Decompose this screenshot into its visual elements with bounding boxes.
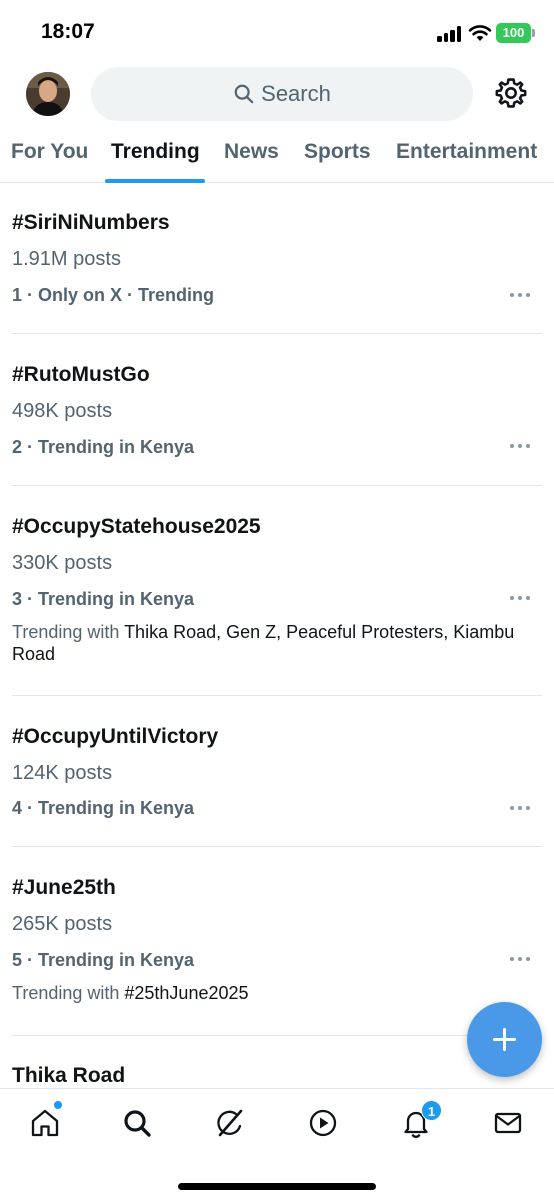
status-time: 18:07 [41,20,95,43]
more-options-icon[interactable] [510,804,532,812]
video-icon[interactable] [307,1107,339,1139]
notification-badge: 1 [421,1100,442,1121]
tab-trending[interactable]: Trending [111,140,200,164]
trend-meta: 3 · Trending in Kenya [12,589,195,609]
home-icon[interactable] [29,1107,61,1139]
trending-with-label: Trending with [12,983,125,1003]
trend-title: Thika Road [12,1064,126,1087]
profile-avatar[interactable] [26,72,70,116]
trend-meta: 2 · Trending in Kenya [12,437,195,457]
grok-icon[interactable] [214,1107,246,1139]
wifi-icon [468,25,492,41]
tab-entertainment[interactable]: Entertainment [396,140,537,164]
trend-item[interactable]: #SiriNiNumbers 1.91M posts 1 · Only on X… [0,184,554,334]
trend-post-count: 498K posts [12,400,113,422]
trend-item[interactable]: #OccupyUntilVictory 124K posts 4 · Trend… [0,696,554,846]
gear-icon[interactable] [494,76,528,110]
mail-icon[interactable] [492,1107,524,1139]
trend-item[interactable]: #RutoMustGo 498K posts 2 · Trending in K… [0,334,554,485]
trend-post-count: 265K posts [12,913,113,935]
more-options-icon[interactable] [510,955,532,963]
tab-for-you[interactable]: For You [11,140,88,164]
trending-with-topics[interactable]: #25thJune2025 [124,983,248,1003]
trend-post-count: 330K posts [12,552,113,574]
trend-title: #June25th [12,876,116,899]
search-bar[interactable]: Search [91,67,473,121]
trend-item[interactable]: #June25th 265K posts 5 · Trending in Ken… [0,847,554,1035]
active-tab-indicator [105,179,205,183]
trend-title: #OccupyStatehouse2025 [12,515,261,538]
status-bar: 18:07 100 [0,0,554,64]
trending-with: Trending with Thika Road, Gen Z, Peacefu… [12,621,547,665]
trend-title: #SiriNiNumbers [12,211,170,234]
trending-with-label: Trending with [12,622,125,642]
trending-with: Trending with #25thJune2025 [12,982,547,1004]
battery-tip [532,29,535,37]
search-icon[interactable] [121,1107,153,1139]
trend-title: #RutoMustGo [12,363,150,386]
more-options-icon[interactable] [510,291,532,299]
trend-post-count: 1.91M posts [12,248,121,270]
search-placeholder: Search [261,81,331,106]
trend-meta: 5 · Trending in Kenya [12,950,195,970]
tab-bar: For You Trending News Sports Entertainme… [0,128,554,183]
trend-meta: 4 · Trending in Kenya [12,798,195,818]
more-options-icon[interactable] [510,442,532,450]
trend-title: #OccupyUntilVictory [12,725,219,748]
cellular-signal-icon [437,26,463,42]
more-options-icon[interactable] [510,594,532,602]
tab-news[interactable]: News [224,140,279,164]
home-indicator [178,1183,376,1190]
search-icon [234,84,254,104]
compose-post-button[interactable] [467,1002,542,1077]
battery-indicator: 100 [496,23,531,43]
trend-item[interactable]: #OccupyStatehouse2025 330K posts 3 · Tre… [0,486,554,695]
trend-post-count: 124K posts [12,762,113,784]
tab-sports[interactable]: Sports [304,140,371,164]
home-notification-dot [54,1101,62,1109]
trend-meta: 1 · Only on X · Trending [12,285,215,305]
